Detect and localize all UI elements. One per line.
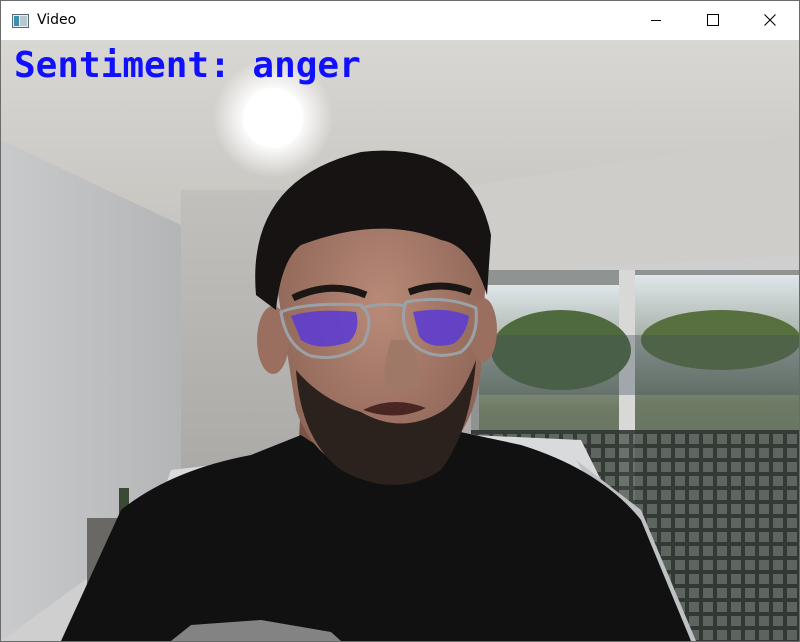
minimize-icon <box>650 11 662 30</box>
video-feed: Sentiment: anger <box>1 40 799 641</box>
video-window-icon <box>12 13 29 28</box>
maximize-icon <box>707 11 719 30</box>
close-button[interactable] <box>747 1 793 40</box>
close-icon <box>764 11 776 30</box>
webcam-frame <box>1 40 799 641</box>
video-window: Video Sentiment: anger <box>0 0 800 642</box>
minimize-button[interactable] <box>633 1 679 40</box>
title-bar[interactable]: Video <box>1 1 799 40</box>
window-title: Video <box>37 12 77 28</box>
sentiment-label: Sentiment: anger <box>14 45 361 86</box>
maximize-button[interactable] <box>690 1 736 40</box>
